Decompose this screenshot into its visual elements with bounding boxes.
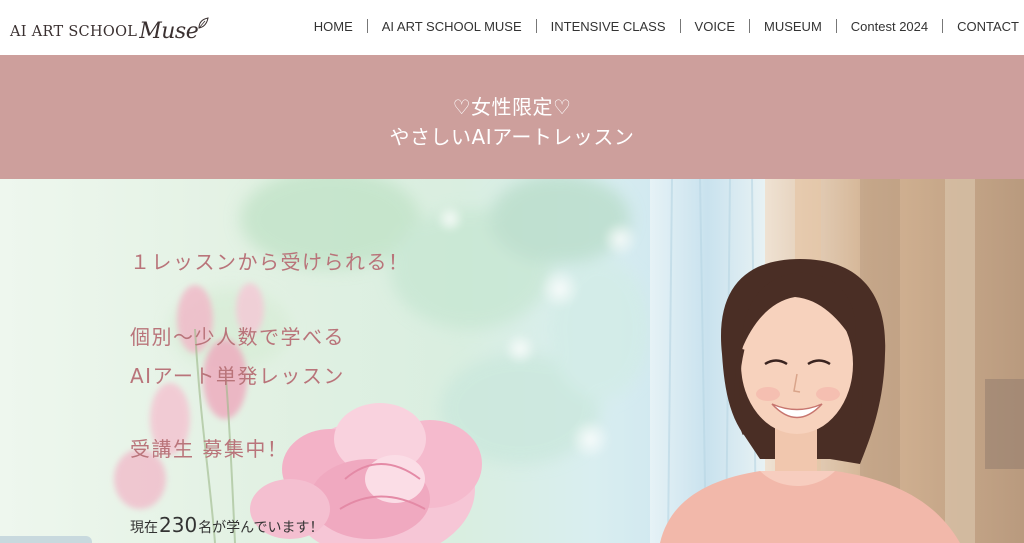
main-nav: HOME AI ART SCHOOL MUSE INTENSIVE CLASS … — [314, 0, 1019, 52]
floating-tab[interactable] — [0, 536, 92, 543]
nav-item-home[interactable]: HOME — [314, 19, 353, 34]
nav-divider — [749, 19, 750, 33]
logo-script: Muse — [139, 19, 199, 44]
students-count-text: 現在 230 名が学んでいます！ — [130, 513, 324, 537]
title-banner: ♡女性限定♡ やさしいAIアートレッスン — [0, 55, 1024, 179]
hero-headline: １レッスンから受けられる！ — [130, 250, 410, 274]
students-number: 230 — [159, 513, 198, 537]
nav-item-contest[interactable]: Contest 2024 — [851, 19, 928, 34]
hero-subline-1: 個別〜少人数で学べる — [130, 325, 345, 349]
nav-item-contact[interactable]: CONTACT — [957, 19, 1019, 34]
students-prefix: 現在 — [130, 520, 158, 536]
leaf-icon — [198, 17, 209, 29]
hero-subline-2: AIアート単発レッスン — [130, 364, 345, 388]
site-header: AI ART SCHOOL Muse HOME AI ART SCHOOL MU… — [0, 0, 1024, 55]
nav-divider — [679, 19, 681, 33]
nav-item-museum[interactable]: MUSEUM — [764, 19, 822, 34]
logo-text: AI ART SCHOOL — [10, 23, 138, 40]
nav-divider — [942, 19, 944, 33]
nav-item-intensive[interactable]: INTENSIVE CLASS — [551, 19, 666, 34]
banner-subtitle: ♡女性限定♡ — [452, 95, 572, 119]
nav-divider — [835, 19, 837, 33]
nav-divider — [535, 19, 537, 33]
hero-section: １レッスンから受けられる！ 個別〜少人数で学べる AIアート単発レッスン 受講生… — [0, 179, 1024, 543]
students-suffix: 名が学んでいます！ — [198, 520, 324, 536]
site-logo[interactable]: AI ART SCHOOL Muse — [10, 13, 209, 43]
nav-divider — [366, 19, 368, 33]
banner-title: やさしいAIアートレッスン — [389, 125, 635, 149]
nav-item-school[interactable]: AI ART SCHOOL MUSE — [382, 19, 522, 34]
nav-item-voice[interactable]: VOICE — [695, 19, 735, 34]
hero-recruiting: 受講生 募集中！ — [130, 437, 289, 461]
